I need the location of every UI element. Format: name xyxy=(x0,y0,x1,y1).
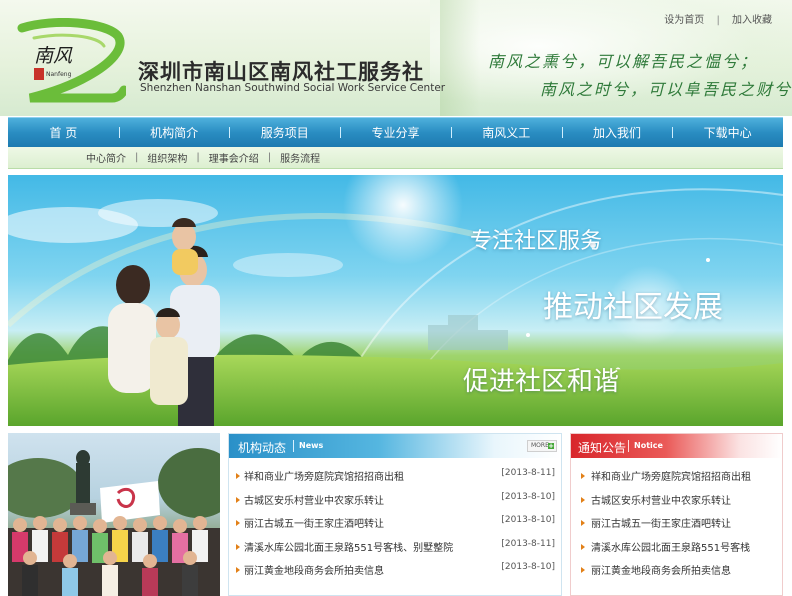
nav-item-home[interactable]: 首 页 xyxy=(8,124,119,141)
notice-header: 通知公告 Notice xyxy=(571,434,782,458)
news-item-date: [2013-8-10] xyxy=(501,515,555,525)
news-item-date: [2013-8-10] xyxy=(501,491,555,502)
news-item[interactable]: 丽江古城五一街王家庄酒吧转让 [2013-8-10] xyxy=(229,515,561,539)
news-item-title[interactable]: 清溪水库公园北面王泉路551号客栈、别墅整院 xyxy=(244,543,453,554)
subnav-item-board[interactable]: 理事会介绍 xyxy=(209,150,259,165)
notice-item[interactable]: 古城区安乐村营业中农家乐转让 xyxy=(571,492,782,516)
sub-nav: 中心简介 | 组织架构 | 理事会介绍 | 服务流程 xyxy=(8,147,783,169)
subnav-item-center-intro[interactable]: 中心简介 xyxy=(86,150,126,165)
news-item-title[interactable]: 丽江古城五一街王家庄酒吧转让 xyxy=(244,519,384,530)
nav-item-downloads[interactable]: 下载中心 xyxy=(672,124,783,141)
crowd-people xyxy=(8,516,220,596)
subnav-separator: | xyxy=(267,152,272,163)
nav-item-join-us[interactable]: 加入我们 xyxy=(561,124,673,141)
news-item-title[interactable]: 丽江黄金地段商务会所拍卖信息 xyxy=(244,566,384,577)
notice-title-en: Notice xyxy=(634,441,663,450)
banner-slogan-3: 促进社区和谐 xyxy=(463,367,620,397)
banner-slogan-1: 专注社区服务 xyxy=(470,229,603,254)
set-homepage-link[interactable]: 设为首页 xyxy=(664,15,704,26)
news-item-date: [2013-8-10] xyxy=(501,562,555,572)
header-leaf-decoration xyxy=(440,0,480,116)
top-links-separator: | xyxy=(716,15,720,26)
news-item[interactable]: 古城区安乐村营业中农家乐转让 [2013-8-10] xyxy=(229,492,561,516)
subnav-item-org-structure[interactable]: 组织架构 xyxy=(147,150,187,165)
nanfeng-logo[interactable]: 南风 Nanfeng xyxy=(14,18,126,104)
notice-panel: 通知公告 Notice 祥和商业广场旁庭院宾馆招招商出租 古城区安乐村营业中农家… xyxy=(570,433,783,596)
news-header-divider xyxy=(293,440,294,452)
site-header: 设为首页 | 加入收藏 南风 Nanfeng 深圳市南山区南风社工服务社 She… xyxy=(0,0,792,116)
svg-text:南风: 南风 xyxy=(34,45,73,67)
nav-item-volunteers[interactable]: 南风义工 xyxy=(450,124,562,141)
news-item[interactable]: 清溪水库公园北面王泉路551号客栈、别墅整院 [2013-8-11] xyxy=(229,539,561,563)
news-item-date: [2013-8-11] xyxy=(501,468,555,478)
site-subtitle: Shenzhen Nanshan Southwind Social Work S… xyxy=(140,82,446,94)
nav-item-services[interactable]: 服务项目 xyxy=(229,124,340,141)
svg-text:Nanfeng: Nanfeng xyxy=(46,71,72,78)
subnav-item-service-process[interactable]: 服务流程 xyxy=(280,150,320,165)
news-more-button[interactable]: MORE + xyxy=(527,440,557,452)
group-photo-scene xyxy=(8,448,220,596)
notice-item[interactable]: 丽江古城五一街王家庄酒吧转让 xyxy=(571,515,782,539)
top-links: 设为首页 | 加入收藏 xyxy=(664,11,772,26)
notice-item[interactable]: 祥和商业广场旁庭院宾馆招招商出租 xyxy=(571,468,782,492)
nav-item-sharing[interactable]: 专业分享 xyxy=(340,124,451,141)
news-title-en: News xyxy=(299,441,324,450)
news-panel: 机构动态 News MORE + 祥和商业广场旁庭院宾馆招招商出租 [2013-… xyxy=(228,433,562,596)
hero-banner[interactable]: 专注社区服务 推动社区发展 促进社区和谐 xyxy=(8,175,783,426)
add-favorite-link[interactable]: 加入收藏 xyxy=(732,15,772,26)
main-nav: 首 页 机构简介 服务项目 专业分享 南风义工 加入我们 下载中心 xyxy=(8,117,783,147)
news-item[interactable]: 祥和商业广场旁庭院宾馆招招商出租 [2013-8-11] xyxy=(229,468,561,492)
notice-header-divider xyxy=(628,440,629,452)
news-item-title[interactable]: 古城区安乐村营业中农家乐转让 xyxy=(244,496,384,507)
news-item[interactable]: 丽江黄金地段商务会所拍卖信息 [2013-8-10] xyxy=(229,562,561,586)
subnav-separator: | xyxy=(196,152,200,163)
notice-item[interactable]: 丽江黄金地段商务会所拍卖信息 xyxy=(571,562,782,586)
nav-item-about[interactable]: 机构简介 xyxy=(118,124,230,141)
news-title: 机构动态 xyxy=(238,441,287,455)
slogan-line-1: 南风之熏兮，可以解吾民之愠兮； xyxy=(488,52,759,71)
news-more-label: MORE xyxy=(531,442,549,449)
news-item-date: [2013-8-11] xyxy=(501,538,555,549)
slogan-line-2: 南风之时兮，可以阜吾民之财兮 xyxy=(540,80,792,99)
notice-list: 祥和商业广场旁庭院宾馆招招商出租 古城区安乐村营业中农家乐转让 丽江古城五一街王… xyxy=(571,458,782,586)
notice-item[interactable]: 清溪水库公园北面王泉路551号客栈 xyxy=(571,539,782,563)
plus-icon: + xyxy=(548,442,554,450)
subnav-separator: | xyxy=(135,152,139,163)
news-item-title[interactable]: 祥和商业广场旁庭院宾馆招招商出租 xyxy=(244,472,404,483)
news-list: 祥和商业广场旁庭院宾馆招招商出租 [2013-8-11] 古城区安乐村营业中农家… xyxy=(229,458,561,586)
group-photo[interactable] xyxy=(8,433,220,596)
news-header: 机构动态 News MORE + xyxy=(229,434,561,458)
banner-slogan-2: 推动社区发展 xyxy=(543,290,723,325)
notice-title: 通知公告 xyxy=(578,441,627,455)
